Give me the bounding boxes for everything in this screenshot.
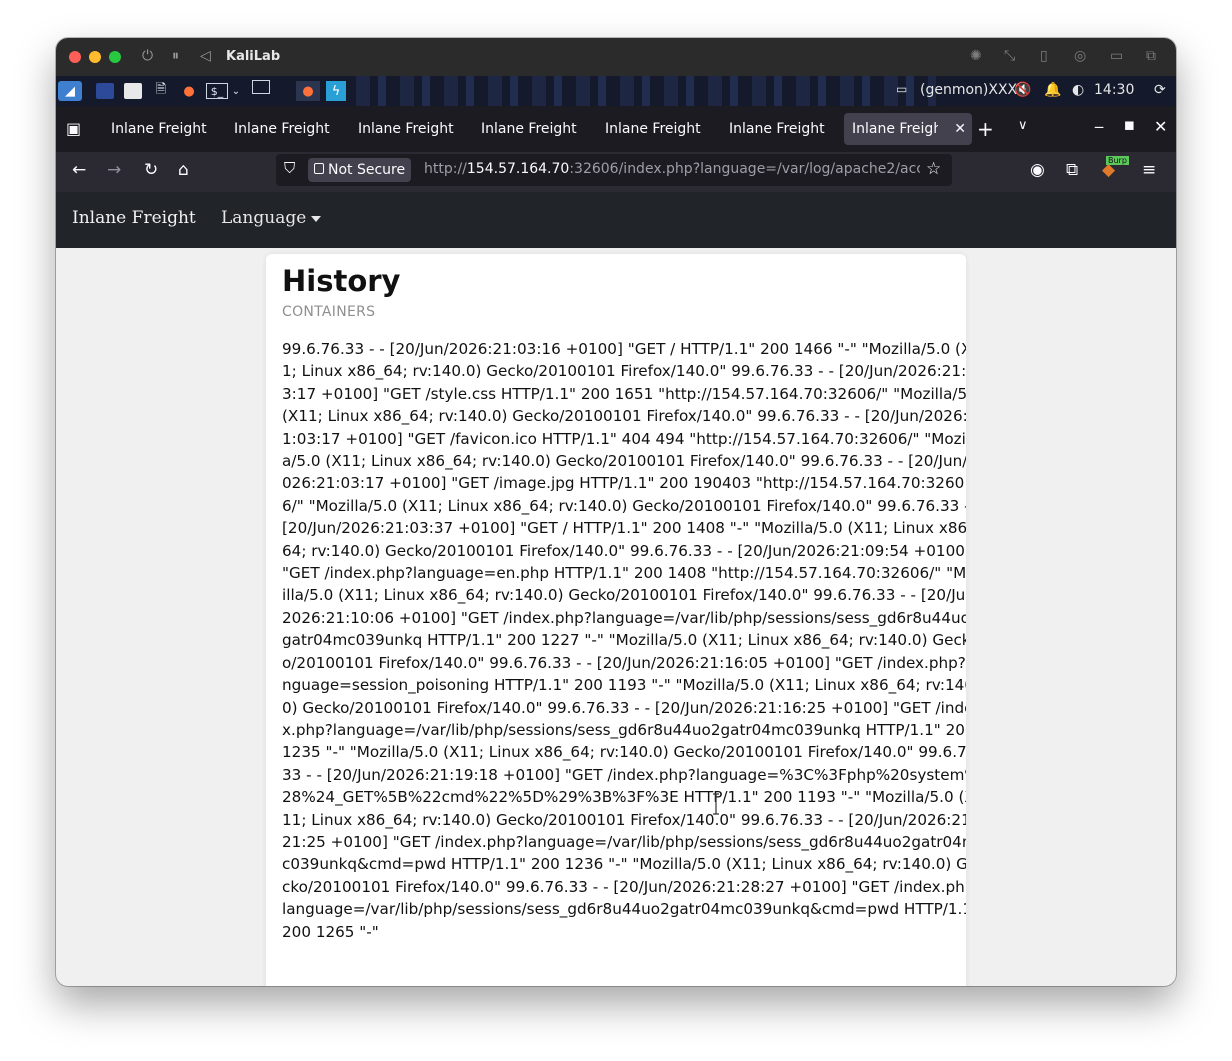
close-tab-icon[interactable]: ✕ <box>954 113 966 145</box>
not-secure-label: Not Secure <box>328 162 406 178</box>
usb-icon[interactable]: ▯ <box>1040 48 1048 64</box>
vm-title-bar: ⏻ ⏸ ◁ KaliLab ✺ ⤡ ▯ ◎ ▭ ⧉ <box>56 38 1176 76</box>
url-bar[interactable]: ⛉ Not Secure http://154.57.164.70:32606/… <box>276 154 952 186</box>
tab[interactable]: Inlane Freight <box>721 113 845 145</box>
network-icon[interactable]: ◎ <box>1074 48 1086 64</box>
url-text[interactable]: http://154.57.164.70:32606/index.php?lan… <box>424 161 920 177</box>
power-icon[interactable]: ⏻ <box>142 48 153 64</box>
tab[interactable]: Inlane Freight <box>473 113 597 145</box>
tab-label: Inlane Freight <box>111 121 207 137</box>
caret-down-icon <box>311 215 322 222</box>
minimize-window-button[interactable] <box>89 51 101 63</box>
close-icon[interactable]: ✕ <box>1154 117 1167 136</box>
site-navbar: Inlane Freight Language <box>56 192 1176 248</box>
clock[interactable]: 14:30 <box>1094 82 1134 98</box>
tab-label: Inlane Freight <box>852 121 938 137</box>
zoom-window-button[interactable] <box>109 51 121 63</box>
refresh-session-icon[interactable]: ⟳ <box>1154 82 1166 98</box>
list-tabs-icon[interactable]: ∨ <box>1018 118 1028 133</box>
taskbar-burp-icon[interactable]: ϟ <box>326 81 346 101</box>
tab-label: Inlane Freight <box>605 121 701 137</box>
site-info-button[interactable]: Not Secure <box>308 158 412 182</box>
url-path: :32606/index.php?language=/var/log/apach… <box>569 161 920 177</box>
close-window-button[interactable] <box>69 51 81 63</box>
resize-icon[interactable]: ⤡ <box>1004 48 1015 64</box>
pause-icon[interactable]: ⏸ <box>172 48 179 64</box>
tab-label: Inlane Freight <box>234 121 330 137</box>
url-host: 154.57.164.70 <box>466 161 570 177</box>
new-tab-icon[interactable]: + <box>977 117 994 141</box>
insecure-lock-icon <box>314 163 324 174</box>
terminal-icon[interactable]: $_ <box>206 83 228 99</box>
text-cursor-icon <box>713 793 719 815</box>
firefox-launcher-icon[interactable]: ● <box>178 81 200 101</box>
tab[interactable]: Inlane Freight <box>103 113 227 145</box>
forward-icon[interactable]: → <box>107 160 121 180</box>
show-desktop-icon[interactable] <box>96 83 114 99</box>
taskbar-firefox-icon[interactable]: ● <box>296 81 320 101</box>
home-icon[interactable]: ⌂ <box>178 160 189 180</box>
maximize-icon[interactable]: ◼ <box>1124 118 1135 133</box>
panel-wallpaper-pattern <box>356 76 936 106</box>
back-icon[interactable]: ← <box>72 160 86 180</box>
tab[interactable]: Inlane Freight <box>226 113 350 145</box>
chevron-down-icon[interactable]: ⌄ <box>230 81 242 101</box>
log-text: 99.6.76.33 - - [20/Jun/2026:21:03:16 +01… <box>282 340 966 941</box>
text-editor-icon[interactable]: 🗎 <box>152 81 170 101</box>
burp-badge: Burp <box>1106 156 1129 165</box>
brightness-icon[interactable]: ✺ <box>970 48 982 64</box>
tracking-protection-shield-icon[interactable]: ⛉ <box>284 159 295 177</box>
tab-label: Inlane Freight <box>729 121 825 137</box>
kali-menu-icon[interactable]: ◢ <box>58 81 82 101</box>
tab[interactable]: Inlane Freight <box>597 113 721 145</box>
back-triangle-icon[interactable]: ◁ <box>200 48 211 64</box>
power-manager-icon[interactable]: ◐ <box>1072 82 1084 98</box>
tab-label: Inlane Freight <box>358 121 454 137</box>
tab-active[interactable]: Inlane Freight ✕ <box>844 113 972 145</box>
tab-bar: ▣ Inlane Freight Inlane Freight Inlane F… <box>56 106 1176 152</box>
vm-title: KaliLab <box>226 49 281 64</box>
bookmark-star-icon[interactable]: ☆ <box>926 159 941 179</box>
keyboard-icon: ▭ <box>896 82 908 96</box>
desktop-panel: ◢ 🗎 ● $_ ⌄ ● ϟ ▭ (genmon)XXX 🔇 🔔 ◐ 14:30… <box>56 76 1176 106</box>
page-subtitle: CONTAINERS <box>282 304 376 320</box>
hamburger-menu-icon[interactable]: ≡ <box>1142 160 1156 180</box>
mute-icon[interactable]: 🔇 <box>1014 82 1031 98</box>
account-icon[interactable]: ◉ <box>1030 160 1045 180</box>
page-title: History <box>282 264 401 298</box>
notification-icon[interactable]: 🔔 <box>1044 82 1061 98</box>
minimize-icon[interactable]: ‒ <box>1094 117 1104 136</box>
content-card: History CONTAINERS 99.6.76.33 - - [20/Ju… <box>266 254 966 986</box>
shared-folder-icon[interactable]: ▭ <box>1110 48 1123 64</box>
extensions-icon[interactable]: ⧉ <box>1066 160 1078 180</box>
language-dropdown[interactable]: Language <box>221 208 322 228</box>
reload-icon[interactable]: ↻ <box>144 160 158 180</box>
language-label: Language <box>221 208 307 228</box>
url-prefix: http:// <box>424 161 467 177</box>
tab-label: Inlane Freight <box>481 121 577 137</box>
workspace-1-icon[interactable] <box>252 80 270 94</box>
firefox-view-icon[interactable]: ▣ <box>66 119 81 138</box>
site-brand-link[interactable]: Inlane Freight <box>72 208 196 228</box>
nav-toolbar: ← → ↻ ⌂ ⛉ Not Secure http://154.57.164.7… <box>56 152 1176 192</box>
windows-icon[interactable]: ⧉ <box>1146 48 1156 64</box>
genmon-label: (genmon)XXX <box>920 82 1018 98</box>
tab[interactable]: Inlane Freight <box>350 113 474 145</box>
file-manager-icon[interactable] <box>124 83 142 99</box>
browser-window: ⏻ ⏸ ◁ KaliLab ✺ ⤡ ▯ ◎ ▭ ⧉ ◢ 🗎 ● $_ ⌄ ● ϟ… <box>56 38 1176 986</box>
